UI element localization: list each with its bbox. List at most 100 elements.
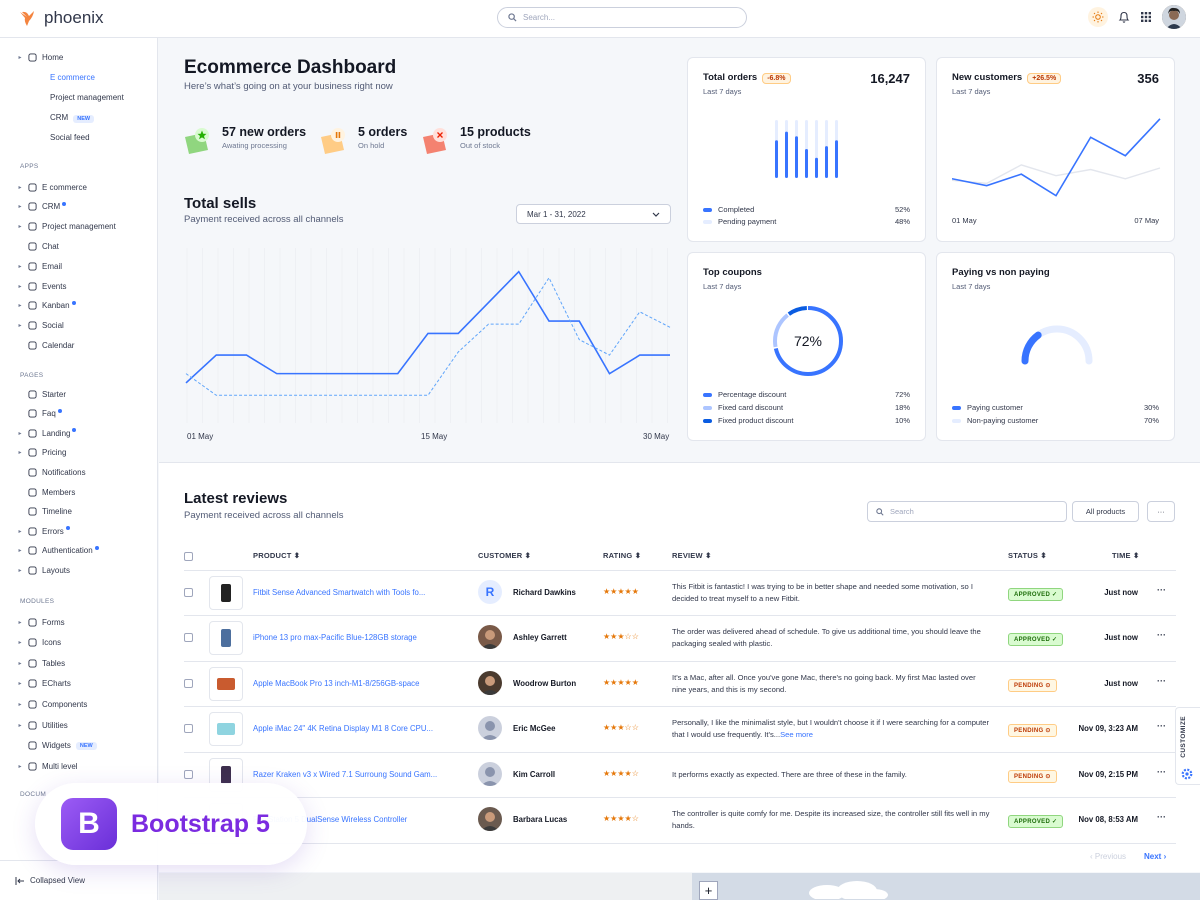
- review-time: Just now: [1104, 633, 1138, 642]
- sidebar-section-pages: PAGES: [20, 372, 44, 379]
- customize-button[interactable]: CUSTOMIZE: [1175, 707, 1200, 785]
- apps-grid-icon[interactable]: [1140, 11, 1152, 23]
- row-checkbox[interactable]: [184, 679, 193, 688]
- review-time: Nov 09, 2:15 PM: [1078, 770, 1138, 779]
- product-name-link[interactable]: Fitbit Sense Advanced Smartwatch with To…: [253, 588, 448, 597]
- caret-icon: ▸: [18, 763, 22, 770]
- product-image: [209, 712, 243, 746]
- map-zoom-in-button[interactable]: +: [699, 881, 718, 900]
- sidebar-item-members[interactable]: Members: [14, 484, 75, 500]
- sidebar-item-notifications[interactable]: Notifications: [14, 464, 86, 480]
- row-actions-button[interactable]: ···: [1157, 767, 1166, 777]
- sidebar-item-echarts[interactable]: ▸ ECharts: [14, 676, 70, 692]
- theme-toggle-button[interactable]: [1088, 7, 1108, 27]
- row-checkbox[interactable]: [184, 724, 193, 733]
- row-actions-button[interactable]: ···: [1157, 812, 1166, 822]
- sidebar-item-pricing[interactable]: ▸ Pricing: [14, 445, 66, 461]
- sidebar-item-components[interactable]: ▸ Components: [14, 696, 87, 712]
- collapsed-view-button[interactable]: Collapsed View: [15, 876, 85, 885]
- customer-avatar: [478, 716, 502, 740]
- row-checkbox[interactable]: [184, 588, 193, 597]
- product-name-link[interactable]: iPhone 13 pro max-Pacific Blue-128GB sto…: [253, 633, 448, 642]
- row-checkbox[interactable]: [184, 633, 193, 642]
- sidebar-item-forms[interactable]: ▸ Forms: [14, 614, 64, 630]
- row-actions-button[interactable]: ···: [1157, 630, 1166, 640]
- completed-bar: [795, 136, 798, 178]
- sidebar-sub-project-management[interactable]: Project management: [50, 93, 124, 102]
- reviews-more-button[interactable]: ···: [1147, 501, 1175, 522]
- sidebar-item-utilities[interactable]: ▸ Utilities: [14, 717, 67, 733]
- rating-stars: ★★★★★: [603, 678, 639, 687]
- legend-pct: 52%: [894, 205, 910, 214]
- sidebar-item-email[interactable]: ▸ Email: [14, 258, 62, 274]
- product-name-link[interactable]: Apple MacBook Pro 13 inch-M1-8/256GB-spa…: [253, 679, 448, 688]
- see-more-link[interactable]: See more: [780, 730, 813, 739]
- person-avatar-icon: [481, 630, 499, 649]
- sidebar-item-widgets[interactable]: Widgets NEW: [14, 738, 97, 754]
- pagination-previous[interactable]: ‹ Previous: [1090, 852, 1126, 861]
- events-icon: [27, 281, 37, 291]
- sidebar-item-label: Calendar: [42, 340, 75, 350]
- sidebar-item-layouts[interactable]: ▸ Layouts: [14, 562, 70, 578]
- all-products-button[interactable]: All products: [1072, 501, 1139, 522]
- review-text: The order was delivered ahead of schedul…: [672, 626, 992, 650]
- sidebar-item-crm[interactable]: ▸ CRM: [14, 199, 67, 215]
- column-header-review[interactable]: REVIEW ⬍: [672, 551, 712, 560]
- paying-gauge-chart: [1021, 325, 1093, 365]
- caret-icon: ▸: [18, 263, 22, 270]
- sidebar-item-label: Multi level: [42, 761, 78, 771]
- collapsed-view-label: Collapsed View: [30, 876, 85, 885]
- legend-non-paying-customer: Non-paying customer 70%: [952, 416, 1159, 425]
- stat-on-hold: 5 orders On hold: [320, 125, 407, 155]
- reviews-search-input[interactable]: Search: [867, 501, 1067, 522]
- column-header-rating[interactable]: RATING ⬍: [603, 551, 641, 560]
- sidebar-item-landing[interactable]: ▸ Landing: [14, 425, 77, 441]
- sidebar-item-errors[interactable]: ▸ Errors: [14, 523, 70, 539]
- sidebar-item-tables[interactable]: ▸ Tables: [14, 655, 65, 671]
- sidebar-item-authentication[interactable]: ▸ Authentication: [14, 543, 99, 559]
- row-actions-button[interactable]: ···: [1157, 721, 1166, 731]
- rating-stars: ★★★★☆: [603, 814, 639, 823]
- widgets-icon: [27, 741, 37, 750]
- phone-icon: [221, 629, 231, 647]
- sidebar-item-multi-level[interactable]: ▸ Multi level: [14, 758, 78, 774]
- column-header-time[interactable]: TIME ⬍: [1112, 551, 1140, 560]
- person-avatar-icon: [481, 721, 499, 740]
- sidebar-item-events[interactable]: ▸ Events: [14, 278, 66, 294]
- pagination-next[interactable]: Next ›: [1144, 852, 1166, 861]
- sidebar-item-timeline[interactable]: Timeline: [14, 504, 72, 520]
- gauge-fill: [1021, 331, 1042, 365]
- sidebar-sub-e-commerce[interactable]: E commerce: [50, 73, 95, 82]
- sidebar-item-project-management[interactable]: ▸ Project management: [14, 219, 115, 235]
- sidebar-item-icons[interactable]: ▸ Icons: [14, 635, 61, 651]
- select-all-checkbox[interactable]: [184, 552, 193, 561]
- brand-logo[interactable]: phoenix: [18, 8, 104, 28]
- sidebar-item-faq[interactable]: Faq: [14, 406, 62, 422]
- product-name-link[interactable]: Apple iMac 24" 4K Retina Display M1 8 Co…: [253, 724, 448, 733]
- legend-fixed-card-discount: Fixed card discount 18%: [703, 403, 910, 412]
- status-badge: PENDING ⊙: [1008, 724, 1057, 737]
- sidebar-item-home[interactable]: ▸ Home: [14, 49, 63, 65]
- review-time: Just now: [1104, 588, 1138, 597]
- column-header-status[interactable]: STATUS ⬍: [1008, 551, 1047, 560]
- total-orders-change-badge: -6.8%: [762, 73, 791, 84]
- sidebar-item-social[interactable]: ▸ Social: [14, 318, 63, 334]
- sidebar-sub-crm[interactable]: CRM NEW: [50, 113, 95, 123]
- row-actions-button[interactable]: ···: [1157, 585, 1166, 595]
- bell-icon[interactable]: [1118, 11, 1130, 24]
- row-checkbox[interactable]: [184, 770, 193, 779]
- sidebar-item-e-commerce[interactable]: ▸ E commerce: [14, 179, 86, 195]
- product-name-link[interactable]: Razer Kraken v3 x Wired 7.1 Surroung Sou…: [253, 770, 448, 779]
- row-actions-button[interactable]: ···: [1157, 676, 1166, 686]
- sidebar-item-label: Authentication: [42, 546, 93, 556]
- column-header-product[interactable]: PRODUCT ⬍: [253, 551, 300, 560]
- column-header-customer[interactable]: CUSTOMER ⬍: [478, 551, 531, 560]
- sidebar-item-chat[interactable]: Chat: [14, 238, 59, 254]
- user-avatar[interactable]: [1162, 5, 1186, 29]
- sidebar-item-calendar[interactable]: Calendar: [14, 337, 74, 353]
- global-search-input[interactable]: Search...: [497, 7, 747, 28]
- date-range-select[interactable]: Mar 1 - 31, 2022: [516, 204, 671, 224]
- sidebar-sub-social-feed[interactable]: Social feed: [50, 133, 90, 142]
- sidebar-item-starter[interactable]: Starter: [14, 386, 66, 402]
- sidebar-item-kanban[interactable]: ▸ Kanban: [14, 298, 76, 314]
